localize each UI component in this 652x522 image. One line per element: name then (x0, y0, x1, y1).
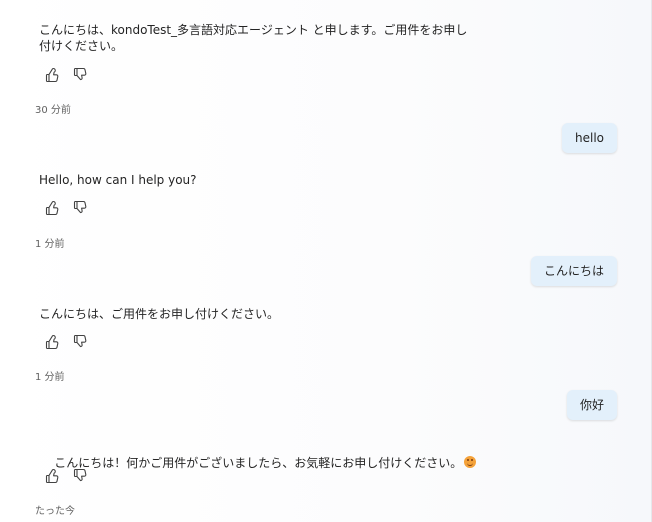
thumbs-down-icon[interactable] (72, 67, 88, 83)
bot-message: こんにちは、kondoTest_多言語対応エージェント と申します。ご用件をお申… (39, 23, 468, 53)
user-message-bubble: hello (562, 123, 617, 153)
bot-message: こんにちは！何かご用件がございましたら、お気軽にお申し付けください。 (39, 439, 477, 487)
user-message-bubble: 你好 (566, 390, 617, 420)
chat-transcript: こんにちは、kondoTest_多言語対応エージェント と申します。ご用件をお申… (0, 0, 652, 522)
thumbs-up-icon[interactable] (44, 468, 60, 484)
feedback-actions (44, 468, 88, 484)
thumbs-up-icon[interactable] (44, 334, 60, 350)
bot-message: Hello, how can I help you? (39, 173, 197, 187)
message-timestamp: 30 分前 (35, 105, 71, 116)
thumbs-up-icon[interactable] (44, 200, 60, 216)
thumbs-up-icon[interactable] (44, 67, 60, 83)
bot-message-text: こんにちは！何かご用件がございましたら、お気軽にお申し付けください。 (54, 456, 463, 470)
message-timestamp: たった今 (35, 506, 75, 517)
thumbs-down-icon[interactable] (72, 200, 88, 216)
user-message-bubble: こんにちは (530, 256, 617, 286)
message-timestamp: 1 分前 (35, 372, 65, 383)
message-timestamp: 1 分前 (35, 239, 65, 250)
smiling-face-icon (464, 456, 477, 468)
feedback-actions (44, 67, 88, 83)
thumbs-down-icon[interactable] (72, 334, 88, 350)
thumbs-down-icon[interactable] (72, 468, 88, 484)
feedback-actions (44, 334, 88, 350)
bot-message: こんにちは、ご用件をお申し付けください。 (39, 307, 280, 321)
feedback-actions (44, 200, 88, 216)
